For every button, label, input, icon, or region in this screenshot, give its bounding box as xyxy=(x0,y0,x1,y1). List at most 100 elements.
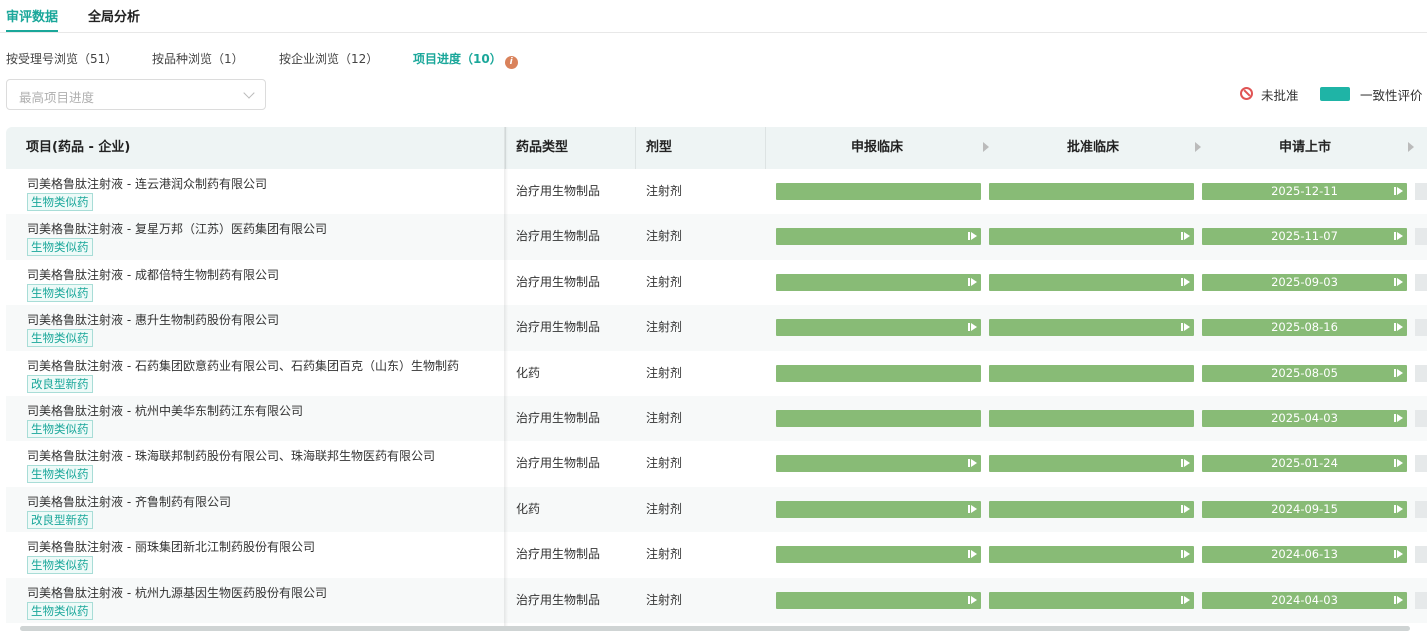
progress-bar[interactable] xyxy=(776,410,981,427)
table-header: 项目(药品 - 企业) 药品类型 剂型 申报临床 批准临床 申请上市 xyxy=(6,127,1427,169)
drug-type: 治疗用生物制品 xyxy=(516,547,601,562)
progress-table: 项目(药品 - 企业) 药品类型 剂型 申报临床 批准临床 申请上市 司美格鲁肽… xyxy=(6,127,1427,627)
table-row[interactable]: 司美格鲁肽注射液 - 连云港润众制药有限公司 生物类似药 治疗用生物制品 注射剂 202… xyxy=(6,169,1427,214)
drug-category-badge: 改良型新药 xyxy=(27,374,93,393)
play-icon xyxy=(1181,232,1190,241)
progress-bar[interactable] xyxy=(989,455,1194,473)
table-row[interactable]: 司美格鲁肽注射液 - 杭州九源基因生物医药股份有限公司 生物类似药 治疗用生物制品 注… xyxy=(6,577,1427,623)
play-icon xyxy=(1394,550,1403,559)
dosage-form: 注射剂 xyxy=(646,501,683,516)
progress-bar[interactable]: 2024-09-15 xyxy=(1202,500,1407,518)
progress-bar[interactable] xyxy=(989,183,1194,200)
dosage-form: 注射剂 xyxy=(646,274,683,289)
progress-bar[interactable]: 2025-08-05 xyxy=(1202,364,1407,382)
play-icon xyxy=(968,459,977,468)
stage-date: 2025-01-24 xyxy=(1271,456,1338,471)
play-icon xyxy=(1394,595,1403,604)
table-row[interactable]: 司美格鲁肽注射液 - 齐鲁制药有限公司 改良型新药 化药 注射剂 2024-09-15 xyxy=(6,486,1427,533)
play-icon xyxy=(1394,459,1403,468)
progress-bar[interactable] xyxy=(776,591,981,609)
progress-bar[interactable] xyxy=(776,455,981,473)
play-icon xyxy=(968,232,977,241)
progress-bar[interactable] xyxy=(776,500,981,518)
progress-bar[interactable]: 2024-06-13 xyxy=(1202,546,1407,564)
header-project: 项目(药品 - 企业) xyxy=(26,140,131,155)
forbidden-icon xyxy=(1240,87,1253,100)
next-stage-stub xyxy=(1415,546,1427,564)
drug-category-badge: 生物类似药 xyxy=(27,283,93,302)
dosage-form: 注射剂 xyxy=(646,365,683,380)
header-divider xyxy=(635,127,636,169)
play-icon xyxy=(1394,504,1403,513)
progress-bar[interactable]: 2025-12-11 xyxy=(1202,183,1407,200)
progress-bar[interactable] xyxy=(989,273,1194,291)
progress-bar[interactable] xyxy=(776,183,981,200)
drug-type: 化药 xyxy=(516,501,541,516)
dosage-form: 注射剂 xyxy=(646,320,683,335)
progress-bar[interactable] xyxy=(989,591,1194,609)
legend-not-approved: 未批准 xyxy=(1261,88,1299,103)
progress-select[interactable]: 最高项目进度 xyxy=(6,79,266,110)
progress-bar[interactable]: 2025-08-16 xyxy=(1202,319,1407,337)
drug-type: 治疗用生物制品 xyxy=(516,411,601,425)
play-icon xyxy=(1195,142,1201,152)
table-row[interactable]: 司美格鲁肽注射液 - 惠升生物制药股份有限公司 生物类似药 治疗用生物制品 注射剂 20… xyxy=(6,305,1427,351)
project-name[interactable]: 司美格鲁肽注射液 - 珠海联邦制药股份有限公司、珠海联邦生物医药有限公司 xyxy=(27,447,487,464)
progress-bar[interactable]: 2025-01-24 xyxy=(1202,455,1407,473)
horizontal-scrollbar[interactable] xyxy=(20,626,1410,631)
stage-date: 2025-11-07 xyxy=(1271,229,1338,244)
progress-bar[interactable] xyxy=(989,228,1194,246)
stage-date: 2025-09-03 xyxy=(1271,274,1338,289)
progress-bar[interactable] xyxy=(989,364,1194,382)
tab-global-analysis[interactable]: 全局分析 xyxy=(88,6,140,32)
sub-tab-bar: 按受理号浏览（51） 按品种浏览（1） 按企业浏览（12） 项目进度（10） i xyxy=(0,50,700,70)
progress-bar[interactable] xyxy=(776,273,981,291)
subtab-by-variety[interactable]: 按品种浏览（1） xyxy=(152,50,244,67)
progress-bar[interactable]: 2025-11-07 xyxy=(1202,228,1407,246)
table-row[interactable]: 司美格鲁肽注射液 - 成都倍特生物制药有限公司 生物类似药 治疗用生物制品 注射剂 20… xyxy=(6,260,1427,305)
progress-bar[interactable] xyxy=(776,364,981,382)
project-name[interactable]: 司美格鲁肽注射液 - 石药集团欧意药业有限公司、石药集团百克（山东）生物制药 xyxy=(27,357,487,374)
subtab-project-progress[interactable]: 项目进度（10） i xyxy=(413,50,518,69)
table-row[interactable]: 司美格鲁肽注射液 - 杭州中美华东制药江东有限公司 生物类似药 治疗用生物制品 注射剂… xyxy=(6,396,1427,442)
progress-bar[interactable] xyxy=(776,546,981,564)
play-icon xyxy=(1394,232,1403,241)
table-row[interactable]: 司美格鲁肽注射液 - 石药集团欧意药业有限公司、石药集团百克（山东）生物制药 改良… xyxy=(6,351,1427,396)
project-name[interactable]: 司美格鲁肽注射液 - 成都倍特生物制药有限公司 xyxy=(27,266,487,283)
table-row[interactable]: 司美格鲁肽注射液 - 丽珠集团新北江制药股份有限公司 生物类似药 治疗用生物制品 注射… xyxy=(6,532,1427,577)
next-stage-stub xyxy=(1415,364,1427,382)
drug-type: 化药 xyxy=(516,365,541,380)
play-icon xyxy=(1394,323,1403,332)
stage-date: 2025-04-03 xyxy=(1271,411,1338,425)
project-name[interactable]: 司美格鲁肽注射液 - 复星万邦（江苏）医药集团有限公司 xyxy=(27,220,487,237)
progress-bar[interactable] xyxy=(989,410,1194,427)
header-drug-type: 药品类型 xyxy=(516,140,569,155)
play-icon xyxy=(1394,368,1403,377)
subtab-by-company[interactable]: 按企业浏览（12） xyxy=(279,50,378,67)
project-name[interactable]: 司美格鲁肽注射液 - 齐鲁制药有限公司 xyxy=(27,493,487,510)
project-name[interactable]: 司美格鲁肽注射液 - 杭州中美华东制药江东有限公司 xyxy=(27,402,487,419)
project-name[interactable]: 司美格鲁肽注射液 - 连云港润众制药有限公司 xyxy=(27,175,487,192)
project-name[interactable]: 司美格鲁肽注射液 - 丽珠集团新北江制药股份有限公司 xyxy=(27,538,487,555)
subtab-project-progress-label: 项目进度（10） xyxy=(413,52,502,66)
play-icon xyxy=(1181,504,1190,513)
progress-bar[interactable]: 2025-09-03 xyxy=(1202,273,1407,291)
table-row[interactable]: 司美格鲁肽注射液 - 珠海联邦制药股份有限公司、珠海联邦生物医药有限公司 生物类似… xyxy=(6,441,1427,486)
project-name[interactable]: 司美格鲁肽注射液 - 杭州九源基因生物医药股份有限公司 xyxy=(27,584,487,601)
subtab-by-acceptance[interactable]: 按受理号浏览（51） xyxy=(6,50,117,67)
progress-bar[interactable] xyxy=(989,500,1194,518)
play-icon xyxy=(1394,187,1403,195)
progress-bar[interactable] xyxy=(776,319,981,337)
tab-review-data[interactable]: 审评数据 xyxy=(6,6,59,32)
drug-category-badge: 生物类似药 xyxy=(27,238,93,257)
drug-type: 治疗用生物制品 xyxy=(516,456,601,471)
drug-category-badge: 生物类似药 xyxy=(27,465,93,484)
progress-bar[interactable] xyxy=(989,546,1194,564)
progress-bar[interactable]: 2025-04-03 xyxy=(1202,410,1407,427)
project-name[interactable]: 司美格鲁肽注射液 - 惠升生物制药股份有限公司 xyxy=(27,311,487,328)
progress-bar[interactable] xyxy=(776,228,981,246)
progress-bar[interactable]: 2024-04-03 xyxy=(1202,591,1407,609)
info-icon[interactable]: i xyxy=(504,56,518,69)
progress-bar[interactable] xyxy=(989,319,1194,337)
table-row[interactable]: 司美格鲁肽注射液 - 复星万邦（江苏）医药集团有限公司 生物类似药 治疗用生物制品 注… xyxy=(6,214,1427,260)
